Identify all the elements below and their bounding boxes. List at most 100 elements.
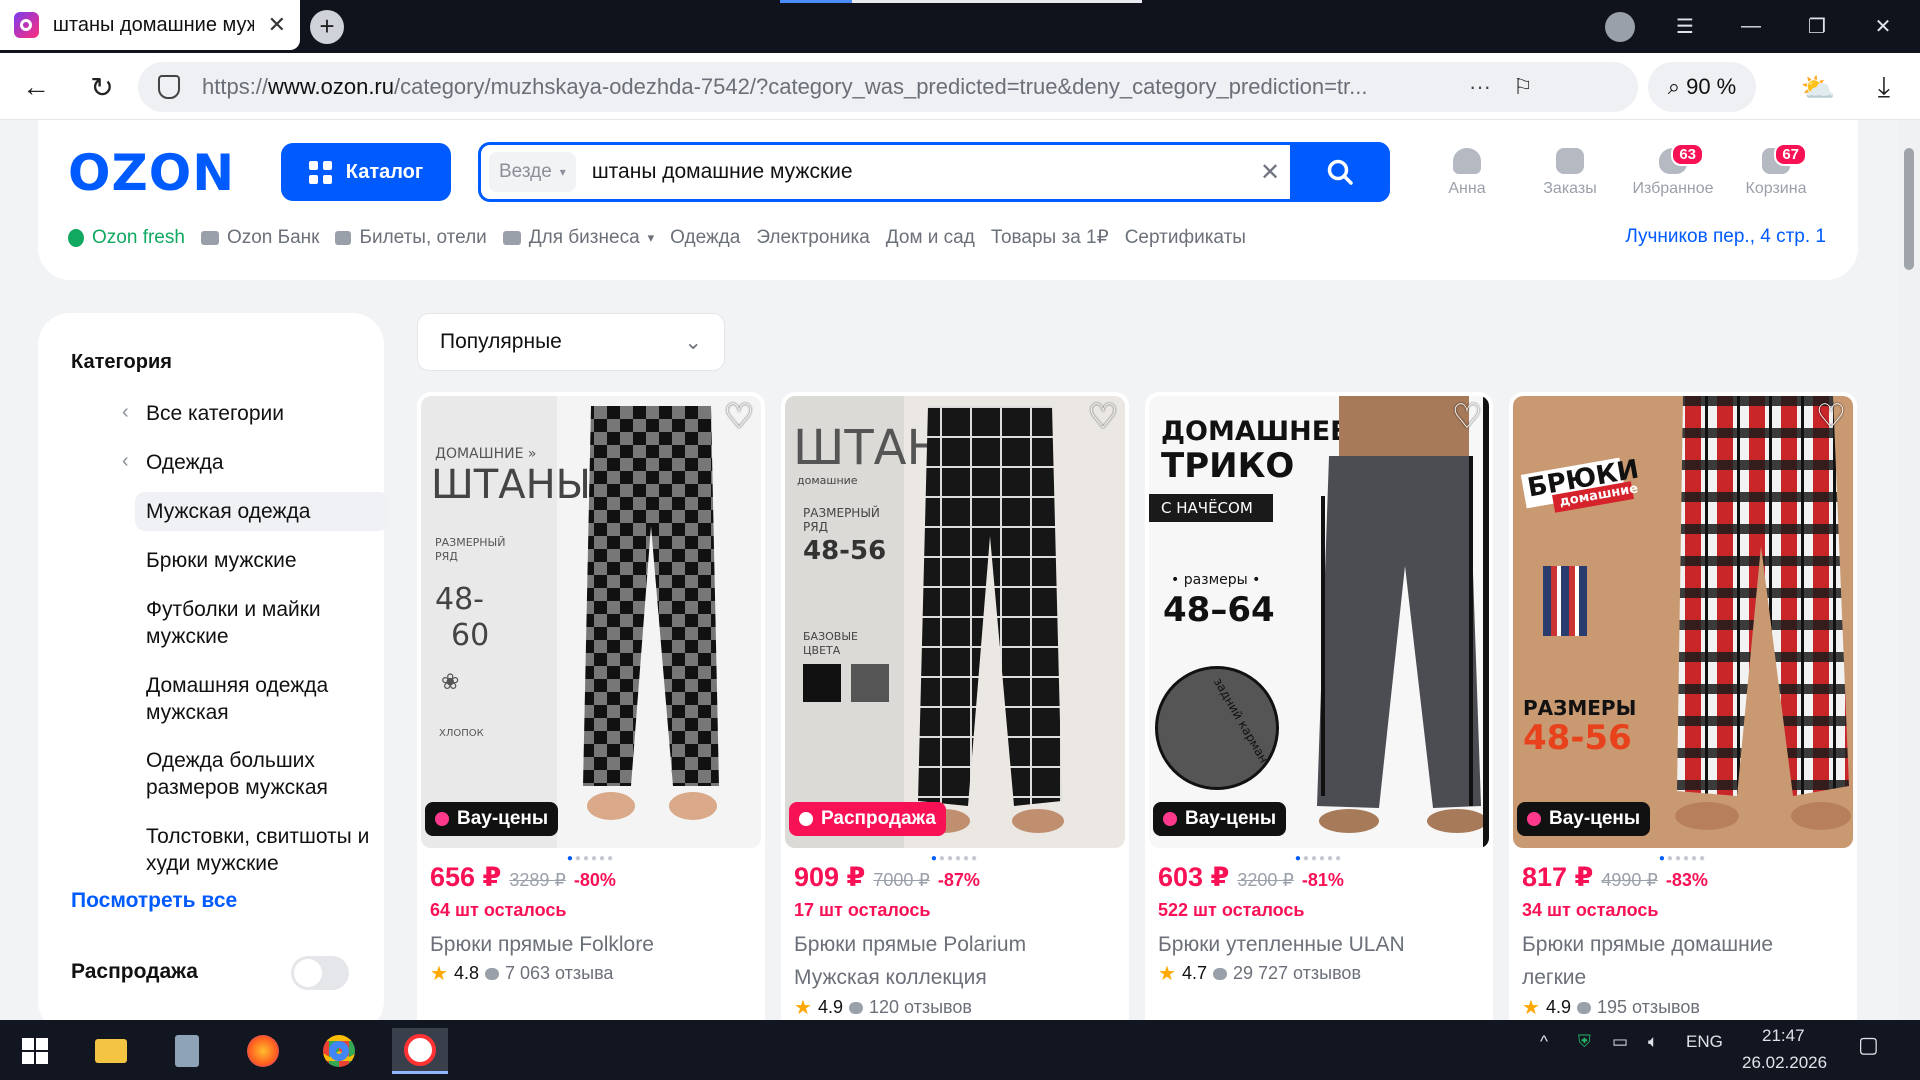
ozon-favicon-icon xyxy=(14,12,39,38)
extensions-icon[interactable]: ⛅ xyxy=(1796,65,1840,109)
sort-value: Популярные xyxy=(440,330,562,353)
page-scrollbar[interactable] xyxy=(1898,120,1920,1020)
close-tab-icon[interactable]: ✕ xyxy=(268,12,286,38)
language-indicator[interactable]: ENG xyxy=(1686,1032,1723,1052)
profile-avatar[interactable] xyxy=(1605,12,1635,42)
header-favorites[interactable]: 63 Избранное xyxy=(1628,143,1718,198)
chevron-left-icon: ‹ xyxy=(122,401,129,423)
bookmark-icon[interactable]: ⚐ xyxy=(1513,74,1533,100)
product-title[interactable]: Брюки прямые домашние легкие xyxy=(1522,928,1842,994)
catalog-button[interactable]: Каталог xyxy=(281,143,451,201)
product-title[interactable]: Брюки прямые Folklore xyxy=(430,928,750,961)
link-electronics[interactable]: Электроника xyxy=(756,227,869,249)
favorite-heart-icon[interactable]: ♡ xyxy=(1451,400,1483,434)
volume-icon[interactable]: 🔈︎ xyxy=(1648,1032,1658,1052)
link-ozon-bank[interactable]: Ozon Банк xyxy=(200,227,319,249)
minimize-icon[interactable]: — xyxy=(1718,0,1784,53)
zoom-search-icon: ⌕ xyxy=(1667,74,1681,99)
header-profile[interactable]: Анна xyxy=(1422,148,1512,198)
more-icon[interactable]: ··· xyxy=(1469,74,1491,100)
search-input[interactable]: штаны домашние мужские xyxy=(592,160,1250,184)
chrome-icon[interactable] xyxy=(316,1028,362,1074)
link-one-ruble[interactable]: Товары за 1₽ xyxy=(991,226,1109,249)
link-business[interactable]: Для бизнеса ▾ xyxy=(502,227,654,249)
sale-toggle[interactable] xyxy=(291,956,349,990)
url-text[interactable]: https://www.ozon.ru/category/muzhskaya-o… xyxy=(202,74,1447,100)
product-image[interactable]: ДОМАШНИЕ » ШТАНЫ РАЗМЕРНЫЙ РЯД 48- 60 ❀ … xyxy=(421,396,761,848)
ozon-logo[interactable]: OZON xyxy=(68,144,235,202)
browser-tab[interactable]: штаны домашние мужские ✕ xyxy=(0,0,300,50)
product-card[interactable]: ДОМАШНЕЕ ТРИКО С НАЧЁСОМ • размеры • 48–… xyxy=(1145,392,1493,1042)
caret-down-icon: ▾ xyxy=(559,165,566,179)
image-text: БАЗОВЫЕ xyxy=(803,630,858,643)
filter-sidebar: Категория ‹ Все категории ‹ Одежда Мужск… xyxy=(38,313,389,1033)
zoom-indicator[interactable]: ⌕ 90 % xyxy=(1648,62,1756,112)
reload-icon[interactable]: ↻ xyxy=(80,65,124,109)
notification-icon[interactable]: ▢ xyxy=(1858,1032,1879,1058)
sidebar-item-all-categories[interactable]: Все категории xyxy=(146,400,376,427)
sidebar-item-homewear[interactable]: Домашняя одежда мужская xyxy=(146,672,376,726)
favorite-heart-icon[interactable]: ♡ xyxy=(1815,400,1847,434)
link-certificates[interactable]: Сертификаты xyxy=(1125,227,1246,249)
sort-select[interactable]: Популярные ⌄ xyxy=(417,313,725,371)
color-swatch-gray xyxy=(851,664,889,702)
clear-search-icon[interactable]: ✕ xyxy=(1250,158,1290,187)
firefox-icon[interactable] xyxy=(240,1028,286,1074)
sidebar-item-hoodies[interactable]: Толстовки, свитшоты и худи мужские xyxy=(146,823,376,877)
calculator-icon[interactable] xyxy=(164,1028,210,1074)
link-ozon-fresh[interactable]: Ozon fresh xyxy=(68,227,185,249)
favorites-badge: 63 xyxy=(1671,143,1704,166)
rating-row: ★ 4.8 7 063 отзыва xyxy=(430,963,614,985)
product-card[interactable]: ДОМАШНИЕ » ШТАНЫ РАЗМЕРНЫЙ РЯД 48- 60 ❀ … xyxy=(417,392,765,1042)
rating-row: ★ 4.9 195 отзывов xyxy=(1522,997,1700,1019)
download-icon[interactable]: ⤓ xyxy=(1862,65,1906,109)
network-icon[interactable]: ▭ xyxy=(1612,1032,1628,1052)
sidebar-item-tshirts[interactable]: Футболки и майки мужские xyxy=(146,596,376,650)
catalog-label: Каталог xyxy=(345,160,424,183)
link-clothes[interactable]: Одежда xyxy=(670,227,740,249)
image-text: • размеры • xyxy=(1171,572,1261,588)
product-image[interactable]: БРЮКИ домашние РАЗМЕРЫ 48-56 xyxy=(1513,396,1853,848)
product-card[interactable]: ШТАНЫ домашние РАЗМЕРНЫЙ РЯД 48-56 БАЗОВ… xyxy=(781,392,1129,1042)
link-tickets[interactable]: Билеты, отели xyxy=(335,227,487,249)
new-tab-button[interactable]: + xyxy=(310,10,344,44)
product-title[interactable]: Брюки утепленные ULAN xyxy=(1158,928,1478,961)
plane-icon xyxy=(335,230,352,245)
link-home-garden[interactable]: Дом и сад xyxy=(886,227,975,249)
sidebar-item-clothes[interactable]: Одежда xyxy=(146,449,376,476)
defender-shield-icon[interactable]: ⛨ xyxy=(1578,1032,1591,1052)
back-arrow-icon[interactable]: ← xyxy=(14,65,58,109)
delivery-address-link[interactable]: Лучников пер., 4 стр. 1 xyxy=(1625,226,1826,248)
restore-icon[interactable]: ❐ xyxy=(1784,0,1850,53)
tab-strip-track xyxy=(852,0,1142,3)
clock-date[interactable]: 26.02.2026 xyxy=(1742,1053,1827,1073)
search-icon xyxy=(1327,159,1353,185)
file-explorer-icon[interactable] xyxy=(88,1028,134,1074)
product-card[interactable]: БРЮКИ домашние РАЗМЕРЫ 48-56 ♡ Вау-цены … xyxy=(1509,392,1857,1042)
header-cart[interactable]: 67 Корзина xyxy=(1731,143,1821,198)
search-button[interactable] xyxy=(1290,142,1390,202)
pants-illustration xyxy=(583,406,719,820)
sidebar-item-mens-trousers[interactable]: Брюки мужские xyxy=(146,547,376,574)
favorite-heart-icon[interactable]: ♡ xyxy=(723,400,755,434)
header-orders[interactable]: Заказы xyxy=(1525,148,1615,198)
close-window-icon[interactable]: ✕ xyxy=(1850,0,1916,53)
product-image[interactable]: ШТАНЫ домашние РАЗМЕРНЫЙ РЯД 48-56 БАЗОВ… xyxy=(785,396,1125,848)
favorite-heart-icon[interactable]: ♡ xyxy=(1087,400,1119,434)
yandex-browser-icon[interactable] xyxy=(392,1028,448,1074)
see-all-link[interactable]: Посмотреть все xyxy=(71,889,237,913)
search-scope-select[interactable]: Везде ▾ xyxy=(489,152,576,192)
menu-icon[interactable]: ☰ xyxy=(1652,0,1718,53)
box-icon xyxy=(1556,148,1584,174)
windows-start-icon[interactable] xyxy=(12,1028,58,1074)
product-image[interactable]: ДОМАШНЕЕ ТРИКО С НАЧЁСОМ • размеры • 48–… xyxy=(1149,396,1489,848)
sidebar-item-plus-size[interactable]: Одежда больших размеров мужская xyxy=(146,747,376,801)
star-icon: ★ xyxy=(430,963,448,985)
url-field[interactable]: https://www.ozon.ru/category/muzhskaya-o… xyxy=(138,62,1638,112)
product-tag: Распродажа xyxy=(789,802,946,836)
sidebar-item-mens-clothes[interactable]: Мужская одежда xyxy=(135,492,389,531)
product-title[interactable]: Брюки прямые Polarium Мужская коллекция xyxy=(794,928,1114,994)
price-row: 603 ₽3200 ₽ -81% xyxy=(1158,862,1344,892)
clock-time[interactable]: 21:47 xyxy=(1762,1026,1805,1046)
chevron-up-icon[interactable]: ^ xyxy=(1540,1032,1548,1052)
